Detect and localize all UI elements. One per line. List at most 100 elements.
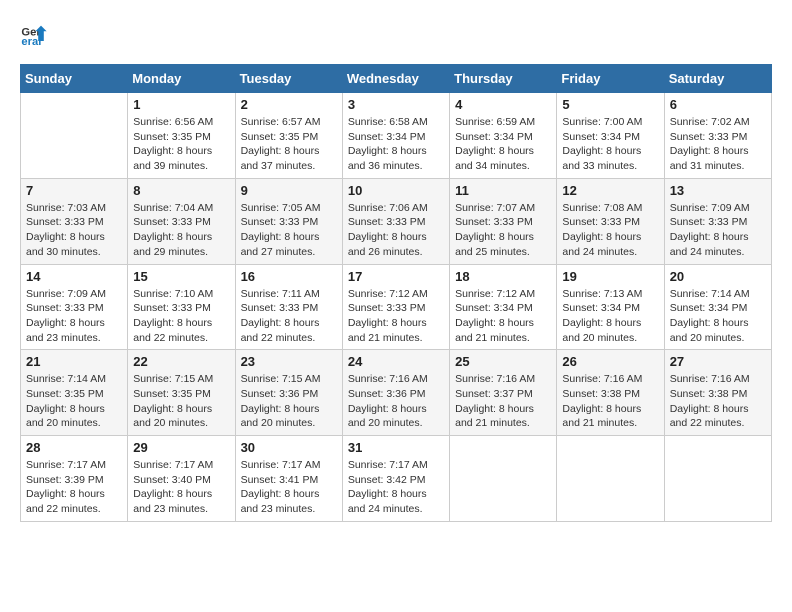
day-info: Sunrise: 6:59 AM Sunset: 3:34 PM Dayligh… <box>455 115 551 174</box>
calendar-body: 1 Sunrise: 6:56 AM Sunset: 3:35 PM Daylig… <box>21 93 772 522</box>
calendar-day-cell: 28 Sunrise: 7:17 AM Sunset: 3:39 PM Dayli… <box>21 436 128 522</box>
day-number: 1 <box>133 97 229 112</box>
day-info: Sunrise: 7:04 AM Sunset: 3:33 PM Dayligh… <box>133 201 229 260</box>
day-info: Sunrise: 7:05 AM Sunset: 3:33 PM Dayligh… <box>241 201 337 260</box>
day-number: 4 <box>455 97 551 112</box>
calendar-day-cell: 16 Sunrise: 7:11 AM Sunset: 3:33 PM Dayli… <box>235 264 342 350</box>
day-info: Sunrise: 7:03 AM Sunset: 3:33 PM Dayligh… <box>26 201 122 260</box>
day-number: 17 <box>348 269 444 284</box>
day-number: 28 <box>26 440 122 455</box>
calendar-day-cell: 27 Sunrise: 7:16 AM Sunset: 3:38 PM Dayli… <box>664 350 771 436</box>
calendar-day-cell: 15 Sunrise: 7:10 AM Sunset: 3:33 PM Dayli… <box>128 264 235 350</box>
day-number: 27 <box>670 354 766 369</box>
calendar-week-row: 7 Sunrise: 7:03 AM Sunset: 3:33 PM Daylig… <box>21 178 772 264</box>
day-info: Sunrise: 7:12 AM Sunset: 3:33 PM Dayligh… <box>348 287 444 346</box>
calendar-day-cell: 4 Sunrise: 6:59 AM Sunset: 3:34 PM Daylig… <box>450 93 557 179</box>
day-info: Sunrise: 7:13 AM Sunset: 3:34 PM Dayligh… <box>562 287 658 346</box>
day-number: 11 <box>455 183 551 198</box>
day-info: Sunrise: 7:09 AM Sunset: 3:33 PM Dayligh… <box>26 287 122 346</box>
day-number: 13 <box>670 183 766 198</box>
calendar-day-cell: 5Sunrise: 7:00 AM Sunset: 3:34 PM Daylig… <box>557 93 664 179</box>
calendar-header-cell: Thursday <box>450 65 557 93</box>
day-info: Sunrise: 7:17 AM Sunset: 3:39 PM Dayligh… <box>26 458 122 517</box>
calendar-week-row: 21 Sunrise: 7:14 AM Sunset: 3:35 PM Dayli… <box>21 350 772 436</box>
calendar-day-cell: 14 Sunrise: 7:09 AM Sunset: 3:33 PM Dayli… <box>21 264 128 350</box>
day-info: Sunrise: 6:58 AM Sunset: 3:34 PM Dayligh… <box>348 115 444 174</box>
day-info: Sunrise: 7:17 AM Sunset: 3:42 PM Dayligh… <box>348 458 444 517</box>
calendar-day-cell: 17 Sunrise: 7:12 AM Sunset: 3:33 PM Dayli… <box>342 264 449 350</box>
day-number: 9 <box>241 183 337 198</box>
day-number: 23 <box>241 354 337 369</box>
calendar-header-cell: Friday <box>557 65 664 93</box>
day-info: Sunrise: 7:07 AM Sunset: 3:33 PM Dayligh… <box>455 201 551 260</box>
day-number: 29 <box>133 440 229 455</box>
day-info: Sunrise: 7:17 AM Sunset: 3:40 PM Dayligh… <box>133 458 229 517</box>
day-number: 2 <box>241 97 337 112</box>
page-header: Gen eral <box>20 20 772 48</box>
calendar-day-cell: 29 Sunrise: 7:17 AM Sunset: 3:40 PM Dayli… <box>128 436 235 522</box>
day-info: Sunrise: 7:17 AM Sunset: 3:41 PM Dayligh… <box>241 458 337 517</box>
day-number: 8 <box>133 183 229 198</box>
day-info: Sunrise: 6:56 AM Sunset: 3:35 PM Dayligh… <box>133 115 229 174</box>
calendar-day-cell: 25Sunrise: 7:16 AM Sunset: 3:37 PM Dayli… <box>450 350 557 436</box>
day-number: 30 <box>241 440 337 455</box>
day-info: Sunrise: 6:57 AM Sunset: 3:35 PM Dayligh… <box>241 115 337 174</box>
day-number: 6 <box>670 97 766 112</box>
logo-icon: Gen eral <box>20 20 48 48</box>
day-info: Sunrise: 7:16 AM Sunset: 3:38 PM Dayligh… <box>670 372 766 431</box>
day-number: 21 <box>26 354 122 369</box>
calendar-week-row: 28 Sunrise: 7:17 AM Sunset: 3:39 PM Dayli… <box>21 436 772 522</box>
calendar-day-cell: 21 Sunrise: 7:14 AM Sunset: 3:35 PM Dayli… <box>21 350 128 436</box>
calendar-day-cell: 11 Sunrise: 7:07 AM Sunset: 3:33 PM Dayli… <box>450 178 557 264</box>
day-info: Sunrise: 7:15 AM Sunset: 3:35 PM Dayligh… <box>133 372 229 431</box>
day-number: 22 <box>133 354 229 369</box>
day-info: Sunrise: 7:14 AM Sunset: 3:34 PM Dayligh… <box>670 287 766 346</box>
logo: Gen eral <box>20 20 52 48</box>
day-info: Sunrise: 7:14 AM Sunset: 3:35 PM Dayligh… <box>26 372 122 431</box>
day-info: Sunrise: 7:08 AM Sunset: 3:33 PM Dayligh… <box>562 201 658 260</box>
day-number: 16 <box>241 269 337 284</box>
calendar-day-cell: 12 Sunrise: 7:08 AM Sunset: 3:33 PM Dayli… <box>557 178 664 264</box>
calendar-day-cell: 20 Sunrise: 7:14 AM Sunset: 3:34 PM Dayli… <box>664 264 771 350</box>
calendar-day-cell: 8 Sunrise: 7:04 AM Sunset: 3:33 PM Daylig… <box>128 178 235 264</box>
calendar-week-row: 1 Sunrise: 6:56 AM Sunset: 3:35 PM Daylig… <box>21 93 772 179</box>
day-info: Sunrise: 7:16 AM Sunset: 3:36 PM Dayligh… <box>348 372 444 431</box>
day-number: 20 <box>670 269 766 284</box>
calendar-header-cell: Wednesday <box>342 65 449 93</box>
day-info: Sunrise: 7:02 AM Sunset: 3:33 PM Dayligh… <box>670 115 766 174</box>
calendar-day-cell: 22 Sunrise: 7:15 AM Sunset: 3:35 PM Dayli… <box>128 350 235 436</box>
day-number: 19 <box>562 269 658 284</box>
day-number: 7 <box>26 183 122 198</box>
calendar-day-cell <box>557 436 664 522</box>
calendar-header-row: SundayMondayTuesdayWednesdayThursdayFrid… <box>21 65 772 93</box>
calendar-day-cell: 31 Sunrise: 7:17 AM Sunset: 3:42 PM Dayli… <box>342 436 449 522</box>
day-info: Sunrise: 7:06 AM Sunset: 3:33 PM Dayligh… <box>348 201 444 260</box>
day-info: Sunrise: 7:12 AM Sunset: 3:34 PM Dayligh… <box>455 287 551 346</box>
day-number: 24 <box>348 354 444 369</box>
calendar-day-cell: 19 Sunrise: 7:13 AM Sunset: 3:34 PM Dayli… <box>557 264 664 350</box>
calendar-day-cell: 3Sunrise: 6:58 AM Sunset: 3:34 PM Daylig… <box>342 93 449 179</box>
calendar-day-cell: 7 Sunrise: 7:03 AM Sunset: 3:33 PM Daylig… <box>21 178 128 264</box>
day-number: 31 <box>348 440 444 455</box>
day-info: Sunrise: 7:10 AM Sunset: 3:33 PM Dayligh… <box>133 287 229 346</box>
day-number: 15 <box>133 269 229 284</box>
day-number: 14 <box>26 269 122 284</box>
calendar-week-row: 14 Sunrise: 7:09 AM Sunset: 3:33 PM Dayli… <box>21 264 772 350</box>
calendar-day-cell: 24 Sunrise: 7:16 AM Sunset: 3:36 PM Dayli… <box>342 350 449 436</box>
day-number: 5 <box>562 97 658 112</box>
calendar-day-cell: 6 Sunrise: 7:02 AM Sunset: 3:33 PM Daylig… <box>664 93 771 179</box>
calendar-day-cell: 10Sunrise: 7:06 AM Sunset: 3:33 PM Dayli… <box>342 178 449 264</box>
calendar-day-cell: 26Sunrise: 7:16 AM Sunset: 3:38 PM Dayli… <box>557 350 664 436</box>
calendar-header-cell: Saturday <box>664 65 771 93</box>
day-number: 12 <box>562 183 658 198</box>
day-info: Sunrise: 7:11 AM Sunset: 3:33 PM Dayligh… <box>241 287 337 346</box>
calendar-day-cell <box>664 436 771 522</box>
day-number: 18 <box>455 269 551 284</box>
calendar-day-cell: 13Sunrise: 7:09 AM Sunset: 3:33 PM Dayli… <box>664 178 771 264</box>
day-number: 26 <box>562 354 658 369</box>
calendar-header-cell: Tuesday <box>235 65 342 93</box>
calendar-day-cell: 30 Sunrise: 7:17 AM Sunset: 3:41 PM Dayli… <box>235 436 342 522</box>
day-info: Sunrise: 7:16 AM Sunset: 3:37 PM Dayligh… <box>455 372 551 431</box>
calendar-day-cell: 23Sunrise: 7:15 AM Sunset: 3:36 PM Dayli… <box>235 350 342 436</box>
calendar-day-cell: 18 Sunrise: 7:12 AM Sunset: 3:34 PM Dayli… <box>450 264 557 350</box>
